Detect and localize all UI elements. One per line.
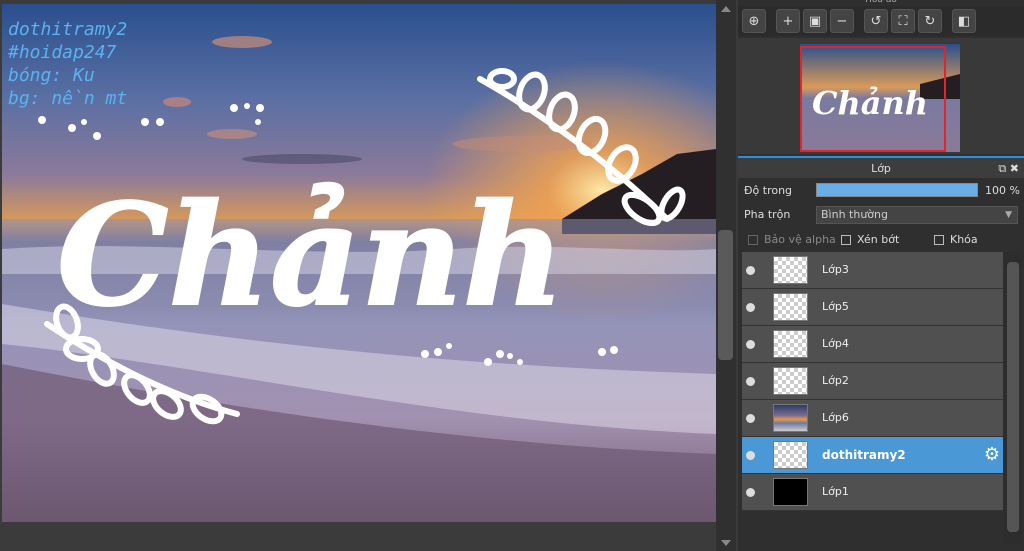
- drawing-canvas-area[interactable]: Chảnh dothitramy2 #hoidap247 bóng: Ku bg…: [0, 0, 716, 551]
- zoom-fit-icon[interactable]: ⊕: [742, 9, 766, 33]
- close-icon[interactable]: ✖: [1010, 162, 1019, 175]
- layer-row[interactable]: Lớp2: [742, 363, 1003, 400]
- clipping-checkbox[interactable]: Xén bớt: [841, 233, 899, 246]
- rotate-left-icon[interactable]: ↺: [864, 9, 888, 33]
- layer-thumbnail: [773, 367, 808, 395]
- protect-alpha-label: Bảo vệ alpha: [764, 233, 836, 246]
- layer-name: Lớp4: [822, 337, 849, 350]
- flip-icon[interactable]: ◧: [952, 9, 976, 33]
- zoom-in-icon[interactable]: +: [776, 9, 800, 33]
- visibility-icon[interactable]: [746, 414, 755, 423]
- navigator-view-frame[interactable]: [800, 46, 946, 152]
- undock-icon[interactable]: ⧉: [998, 162, 1006, 175]
- clipping-label: Xén bớt: [857, 233, 900, 246]
- right-panel: Hoa đồ ⊕ + ▣ − ↺ ⛶ ↻ ◧ Chảnh Lớp ⧉ ✖ Độ …: [738, 0, 1024, 551]
- layer-row-selected[interactable]: dothitramy2 ⚙: [742, 437, 1003, 474]
- gear-icon[interactable]: ⚙: [984, 445, 1000, 465]
- visibility-icon[interactable]: [746, 303, 755, 312]
- layer-name: Lớp6: [822, 411, 849, 424]
- title-text: Chảnh: [57, 174, 565, 338]
- visibility-icon[interactable]: [746, 377, 755, 386]
- layers-panel-title: Lớp: [871, 162, 891, 175]
- layer-name: Lớp2: [822, 374, 849, 387]
- layer-thumbnail: [773, 330, 808, 358]
- blend-mode-select[interactable]: Bình thường ▼: [816, 206, 1018, 224]
- overlay-line: dothitramy2: [8, 19, 128, 40]
- navigator-toolbar: ⊕ + ▣ − ↺ ⛶ ↻ ◧: [738, 6, 1024, 36]
- blend-row: Pha trộn Bình thường ▼: [738, 204, 1024, 226]
- zoom-out-icon[interactable]: −: [830, 9, 854, 33]
- fullscreen-icon[interactable]: ⛶: [891, 9, 915, 33]
- opacity-value: 100 %: [985, 184, 1020, 197]
- protect-alpha-checkbox[interactable]: Bảo vệ alpha: [748, 233, 836, 246]
- visibility-icon[interactable]: [746, 266, 755, 275]
- layer-thumbnail: [773, 478, 808, 506]
- layer-thumbnail: [773, 256, 808, 284]
- layer-name: Lớp5: [822, 300, 849, 313]
- layer-thumbnail: [773, 404, 808, 432]
- opacity-slider[interactable]: [816, 183, 978, 197]
- navigator-preview[interactable]: Chảnh: [738, 38, 1024, 154]
- scrollbar-thumb[interactable]: [718, 230, 733, 360]
- lock-label: Khóa: [950, 233, 978, 246]
- scroll-down-arrow-icon[interactable]: [721, 540, 731, 546]
- layer-name: Lớp1: [822, 485, 849, 498]
- layer-thumbnail: [773, 441, 808, 469]
- opacity-label: Độ trong: [744, 184, 793, 197]
- scroll-up-arrow-icon[interactable]: [721, 6, 731, 12]
- layer-row[interactable]: Lớp4: [742, 326, 1003, 363]
- layer-row[interactable]: Lớp3: [742, 252, 1003, 289]
- overlay-line: #hoidap247: [8, 42, 117, 63]
- layer-name: dothitramy2: [822, 448, 906, 462]
- blend-mode-value: Bình thường: [821, 208, 888, 221]
- overlay-line: bg: nền mt: [8, 88, 128, 109]
- layer-row[interactable]: Lớp5: [742, 289, 1003, 326]
- fit-screen-icon[interactable]: ▣: [803, 9, 827, 33]
- layer-list-scrollbar[interactable]: [1004, 252, 1022, 544]
- scrollbar-thumb[interactable]: [1007, 262, 1019, 532]
- layer-row[interactable]: Lớp1: [742, 474, 1003, 511]
- rotate-right-icon[interactable]: ↻: [918, 9, 942, 33]
- blend-label: Pha trộn: [744, 208, 791, 221]
- layer-options: Bảo vệ alpha Xén bớt Khóa: [738, 230, 1024, 250]
- lock-checkbox[interactable]: Khóa: [934, 233, 978, 246]
- visibility-icon[interactable]: [746, 451, 755, 460]
- chevron-down-icon: ▼: [1005, 210, 1012, 220]
- layers-panel-header: Lớp ⧉ ✖: [738, 156, 1024, 178]
- overlay-line: bóng: Ku: [8, 65, 95, 86]
- visibility-icon[interactable]: [746, 340, 755, 349]
- canvas-vertical-scrollbar[interactable]: [716, 0, 736, 551]
- visibility-icon[interactable]: [746, 488, 755, 497]
- layer-row[interactable]: Lớp6: [742, 400, 1003, 437]
- layer-thumbnail: [773, 293, 808, 321]
- layer-list: Lớp3 Lớp5 Lớp4 Lớp2 Lớp6 dothitramy2 ⚙ L…: [742, 252, 1003, 518]
- artwork-canvas[interactable]: Chảnh dothitramy2 #hoidap247 bóng: Ku bg…: [2, 4, 716, 522]
- opacity-row: Độ trong 100 %: [738, 180, 1024, 202]
- layer-name: Lớp3: [822, 263, 849, 276]
- overlay-caption: dothitramy2 #hoidap247 bóng: Ku bg: nền …: [8, 18, 127, 110]
